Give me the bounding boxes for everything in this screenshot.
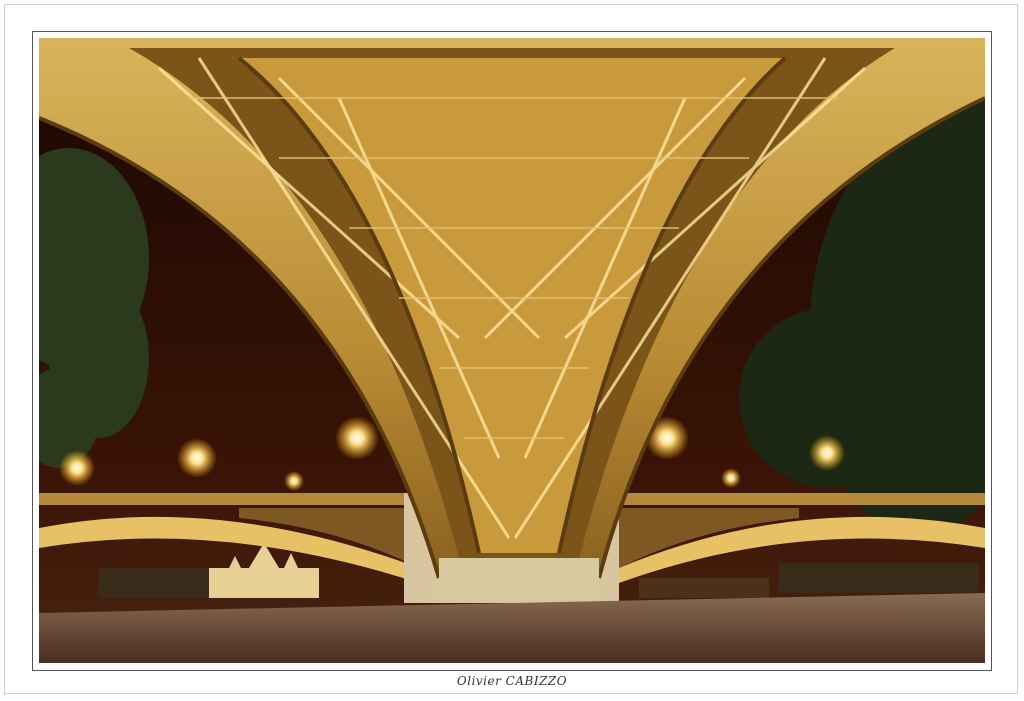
bridge-photo (39, 38, 985, 663)
photographer-signature: Olivier CABIZZO (456, 674, 568, 688)
